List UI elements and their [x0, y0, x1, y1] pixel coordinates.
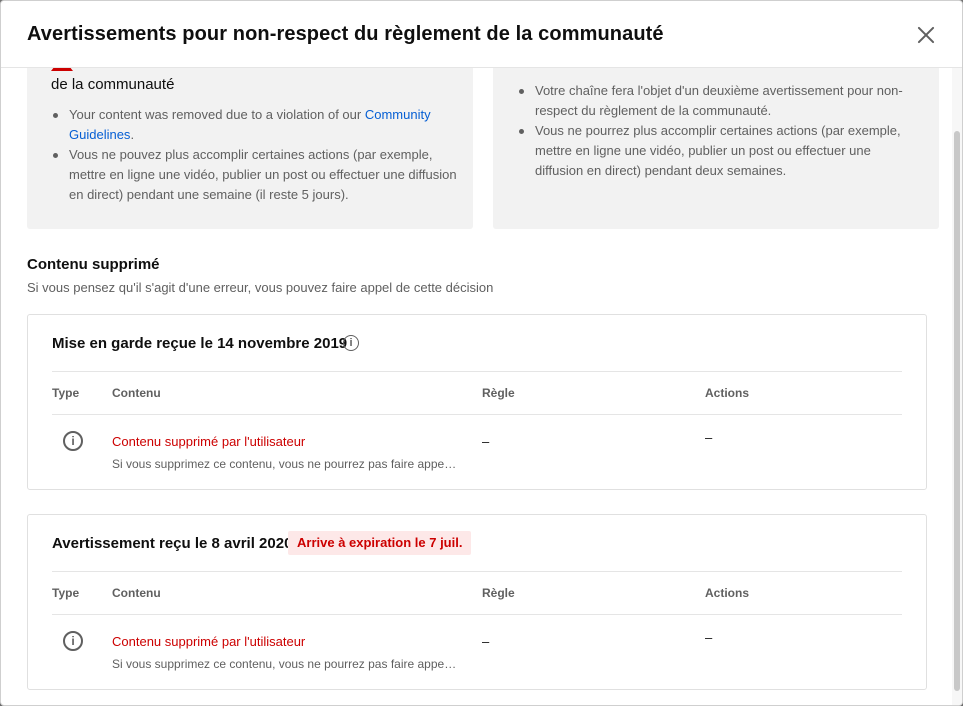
current-strike-card: de la communauté Your content was remove…: [27, 67, 473, 229]
content-title-link[interactable]: Contenu supprimé par l'utilisateur: [112, 434, 305, 449]
strike-box: Avertissement reçu le 8 avril 2020 Arriv…: [27, 514, 927, 690]
bullet-item: Vous ne pourrez plus accomplir certaines…: [517, 121, 917, 181]
next-strike-card: Votre chaîne fera l'objet d'un deuxième …: [493, 67, 939, 229]
column-content: Contenu: [112, 386, 161, 400]
card-bullets: Your content was removed due to a violat…: [51, 105, 461, 205]
scrollbar-thumb[interactable]: [954, 131, 960, 691]
column-content: Contenu: [112, 586, 161, 600]
rule-value: –: [482, 434, 490, 449]
strike-box: Mise en garde reçue le 14 novembre 2019 …: [27, 314, 927, 490]
removed-content-title: Contenu supprimé: [27, 256, 160, 273]
dialog-title: Avertissements pour non-respect du règle…: [27, 23, 664, 45]
strikes-dialog: Avertissements pour non-respect du règle…: [0, 0, 963, 706]
actions-value: –: [705, 630, 713, 645]
column-rule: Règle: [482, 586, 515, 600]
removed-content-subtitle: Si vous pensez qu'il s'agit d'une erreur…: [27, 280, 494, 295]
info-icon[interactable]: i: [343, 335, 359, 351]
bullet-text: Your content was removed due to a violat…: [69, 107, 365, 122]
content-description: Si vous supprimez ce contenu, vous ne po…: [112, 657, 457, 671]
bullet-item: Your content was removed due to a violat…: [51, 105, 461, 145]
table-header: Type Contenu Règle Actions: [52, 571, 902, 615]
info-icon: i: [63, 631, 83, 651]
dialog-content[interactable]: de la communauté Your content was remove…: [1, 67, 962, 705]
expiry-badge: Arrive à expiration le 7 juil.: [288, 531, 472, 555]
column-type: Type: [52, 386, 80, 400]
rule-value: –: [482, 634, 490, 649]
column-rule: Règle: [482, 386, 515, 400]
column-actions: Actions: [705, 586, 750, 600]
content-description: Si vous supprimez ce contenu, vous ne po…: [112, 457, 457, 471]
table-row: i Contenu supprimé par l'utilisateur Si …: [52, 414, 902, 484]
content-title-link[interactable]: Contenu supprimé par l'utilisateur: [112, 634, 305, 649]
strike-title: Mise en garde reçue le 14 novembre 2019: [52, 335, 348, 352]
column-actions: Actions: [705, 386, 750, 400]
bullet-item: Vous ne pouvez plus accomplir certaines …: [51, 145, 461, 205]
info-icon: i: [63, 431, 83, 451]
actions-value: –: [705, 430, 713, 445]
column-type: Type: [52, 586, 80, 600]
bullet-text-end: .: [130, 127, 135, 142]
card-heading: de la communauté: [51, 76, 175, 93]
bullet-item: Votre chaîne fera l'objet d'un deuxième …: [517, 81, 917, 121]
close-icon[interactable]: [915, 24, 937, 46]
card-bullets: Votre chaîne fera l'objet d'un deuxième …: [517, 81, 917, 181]
table-header: Type Contenu Règle Actions: [52, 371, 902, 415]
dialog-header: Avertissements pour non-respect du règle…: [1, 1, 962, 68]
table-row: i Contenu supprimé par l'utilisateur Si …: [52, 614, 902, 684]
strike-title: Avertissement reçu le 8 avril 2020: [52, 535, 293, 552]
